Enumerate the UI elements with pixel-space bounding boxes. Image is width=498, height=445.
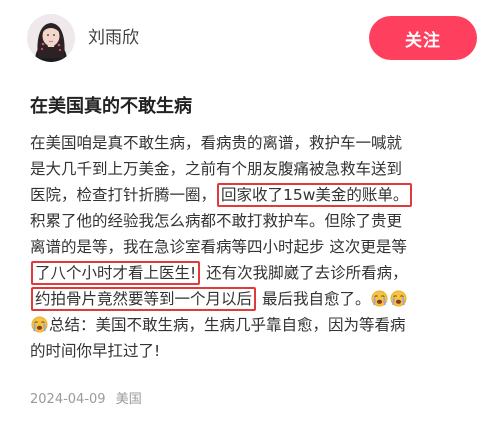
body-line: 约拍骨片竟然要等到一个月以后 最后我自愈了。	[30, 286, 482, 312]
body-text-segment: 的时间你早扛过了!	[30, 342, 161, 360]
body-text-segment: 总结：美国不敢生病，生病几乎靠自愈，因为等看病	[49, 316, 406, 334]
post-body: 在美国咱是真不敢生病，看病贵的离谱，救护车一喊就 是大几千到上万美金，之前有个朋友…	[30, 130, 482, 364]
body-text-segment: 在美国咱是真不敢生病，看病贵的离谱，救护车一喊就	[30, 134, 403, 152]
body-text-segment: 还有次我脚崴了去诊所看病，	[201, 264, 408, 282]
highlighted-text: 了八个小时才看上医生!	[31, 261, 201, 285]
body-text-segment: 积累了他的经验我怎么病都不敢打救护车。但除了贵更	[30, 212, 403, 230]
body-line: 医院，检查打针折腾一圈， 回家收了15w美金的账单。	[30, 182, 482, 208]
body-text-segment: 离谱的是等，我在急诊室看病等四小时起步 这次更是等	[30, 238, 407, 256]
author-avatar[interactable]	[27, 14, 75, 62]
crying-face-icon	[371, 289, 388, 307]
body-line: 在美国咱是真不敢生病，看病贵的离谱，救护车一喊就	[30, 130, 482, 156]
body-line: 总结：美国不敢生病，生病几乎靠自愈，因为等看病	[30, 312, 482, 338]
crying-face-icon	[390, 289, 407, 307]
body-text-segment: 最后我自愈了。	[257, 290, 371, 308]
post-page: 刘雨欣 关注 在美国真的不敢生病 在美国咱是真不敢生病，看病贵的离谱，救护车一喊…	[0, 0, 498, 445]
post-meta: 2024-04-09 美国	[30, 390, 142, 410]
highlighted-text: 回家收了15w美金的账单。	[217, 183, 413, 207]
body-text-segment: 医院，检查打针折腾一圈，	[30, 186, 217, 204]
body-line: 积累了他的经验我怎么病都不敢打救护车。但除了贵更	[30, 208, 482, 234]
body-line: 了八个小时才看上医生! 还有次我脚崴了去诊所看病，	[30, 260, 482, 286]
post-location: 美国	[115, 392, 142, 407]
body-line: 离谱的是等，我在急诊室看病等四小时起步 这次更是等	[30, 234, 482, 260]
body-line: 是大几千到上万美金，之前有个朋友腹痛被急救车送到	[30, 156, 482, 182]
post-title: 在美国真的不敢生病	[30, 96, 192, 117]
follow-button[interactable]: 关注	[369, 16, 477, 60]
avatar-image	[27, 14, 75, 62]
crying-face-icon	[31, 315, 48, 333]
highlighted-text: 约拍骨片竟然要等到一个月以后	[31, 287, 257, 311]
body-line: 的时间你早扛过了!	[30, 338, 482, 364]
post-date: 2024-04-09	[30, 392, 106, 407]
body-text-segment: 是大几千到上万美金，之前有个朋友腹痛被急救车送到	[30, 160, 403, 178]
author-name[interactable]: 刘雨欣	[88, 26, 139, 50]
post-header: 刘雨欣 关注	[0, 0, 498, 78]
